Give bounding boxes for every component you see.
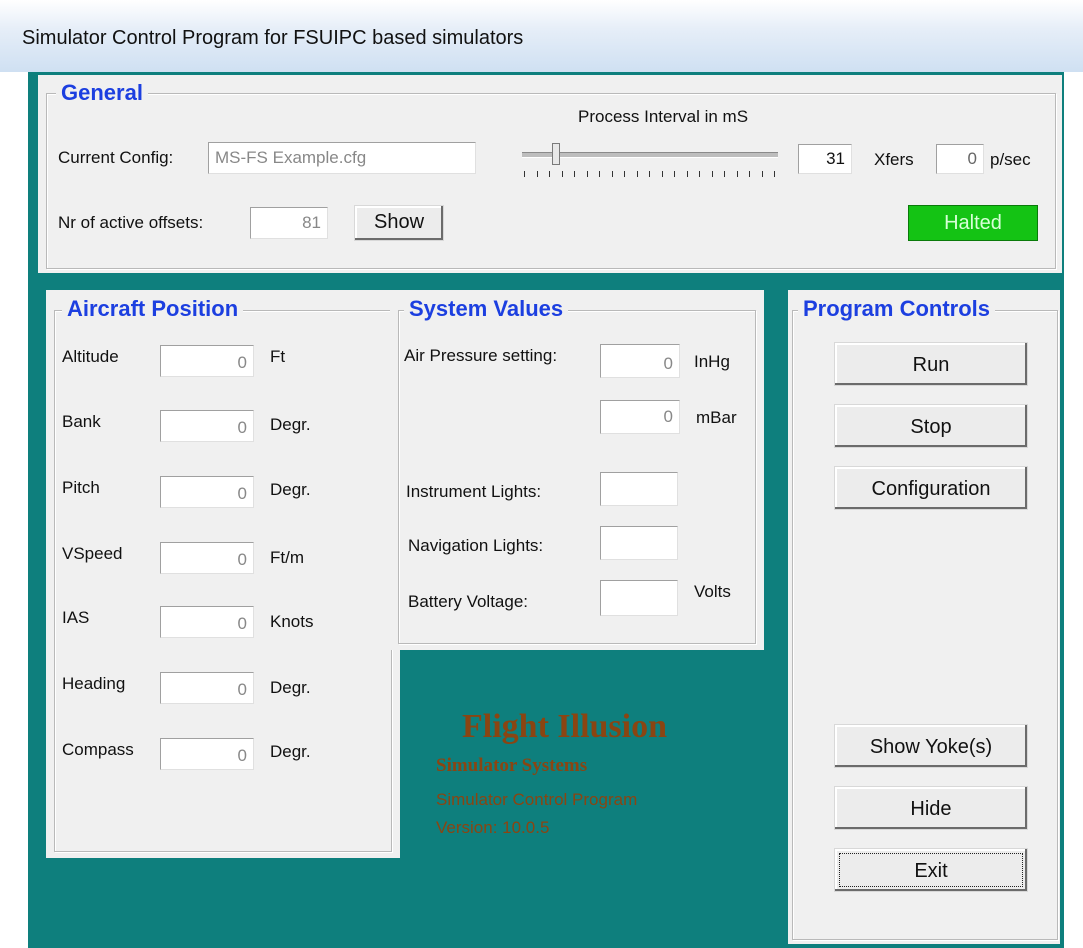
slider-tick xyxy=(687,171,688,177)
system-values-title: System Values xyxy=(404,296,569,322)
brand-version: Version: 10.0.5 xyxy=(436,818,550,837)
slider-tick xyxy=(724,171,725,177)
altitude-field: 0 xyxy=(160,345,254,377)
status-indicator: Halted xyxy=(908,205,1038,241)
compass-field: 0 xyxy=(160,738,254,770)
slider-tick xyxy=(737,171,738,177)
slider-tick xyxy=(649,171,650,177)
vspeed-label: VSpeed xyxy=(62,544,123,563)
run-button[interactable]: Run xyxy=(834,342,1028,386)
show-yoke-button-label: Show Yoke(s) xyxy=(869,736,993,758)
stop-button[interactable]: Stop xyxy=(834,404,1028,448)
pitch-field: 0 xyxy=(160,476,254,508)
aircraft-position-title: Aircraft Position xyxy=(62,296,244,322)
mbar-unit: mBar xyxy=(696,408,737,427)
program-controls-panel: Program Controls Run Stop Configuration … xyxy=(788,290,1060,944)
altitude-unit: Ft xyxy=(270,347,286,366)
inhg-unit: InHg xyxy=(694,352,730,371)
slider-track xyxy=(522,152,778,158)
general-panel: General Current Config: MS-FS Example.cf… xyxy=(38,75,1062,273)
bank-label: Bank xyxy=(62,412,101,431)
slider-tick xyxy=(574,171,575,177)
brand-name: Flight Illusion xyxy=(462,708,668,745)
brand-program: Simulator Control Program xyxy=(436,790,638,809)
current-config-field: MS-FS Example.cfg xyxy=(208,142,476,174)
slider-tick xyxy=(637,171,638,177)
xfers-field: 0 xyxy=(936,144,984,174)
navigation-lights-label: Navigation Lights: xyxy=(408,536,544,555)
program-controls-title: Program Controls xyxy=(798,296,996,322)
process-interval-field[interactable]: 31 xyxy=(798,144,852,174)
instrument-lights-field xyxy=(600,472,678,506)
bank-unit: Degr. xyxy=(270,415,311,434)
configuration-button[interactable]: Configuration xyxy=(834,466,1028,510)
window-title: Simulator Control Program for FSUIPC bas… xyxy=(22,27,524,49)
process-interval-slider[interactable] xyxy=(522,143,780,183)
process-interval-label: Process Interval in mS xyxy=(578,107,749,126)
general-title: General xyxy=(56,80,148,106)
compass-unit: Degr. xyxy=(270,742,311,761)
slider-tick xyxy=(599,171,600,177)
brand-tagline: Simulator Systems xyxy=(436,755,588,776)
air-pressure-inhg-field: 0 xyxy=(600,344,680,378)
aircraft-group-frame xyxy=(54,310,392,852)
ias-field: 0 xyxy=(160,606,254,638)
air-pressure-mbar-field: 0 xyxy=(600,400,680,434)
system-values-panel: System Values Air Pressure setting: 0 In… xyxy=(390,290,764,650)
slider-tick xyxy=(612,171,613,177)
volts-unit: Volts xyxy=(694,582,731,601)
stop-button-label: Stop xyxy=(910,416,952,438)
hide-button[interactable]: Hide xyxy=(834,786,1028,830)
slider-tick xyxy=(774,171,775,177)
show-offsets-button[interactable]: Show xyxy=(354,205,444,241)
heading-label: Heading xyxy=(62,674,126,693)
configuration-button-label: Configuration xyxy=(871,478,991,500)
hide-button-label: Hide xyxy=(910,798,952,820)
slider-tick xyxy=(624,171,625,177)
ias-label: IAS xyxy=(62,608,90,627)
show-offsets-button-label: Show xyxy=(373,211,425,233)
current-config-label: Current Config: xyxy=(58,148,174,167)
app-window: Simulator Control Program for FSUIPC bas… xyxy=(0,0,1083,948)
psec-label: p/sec xyxy=(990,150,1031,169)
exit-focus-rect xyxy=(839,853,1023,887)
slider-tick xyxy=(662,171,663,177)
slider-thumb[interactable] xyxy=(552,143,560,165)
vspeed-field: 0 xyxy=(160,542,254,574)
title-bar[interactable]: Simulator Control Program for FSUIPC bas… xyxy=(0,0,1083,72)
compass-label: Compass xyxy=(62,740,134,759)
vspeed-unit: Ft/m xyxy=(270,548,304,567)
run-button-label: Run xyxy=(912,354,950,376)
slider-tick xyxy=(524,171,525,177)
slider-tick xyxy=(712,171,713,177)
slider-tick xyxy=(537,171,538,177)
slider-tick xyxy=(674,171,675,177)
instrument-lights-label: Instrument Lights: xyxy=(406,482,542,501)
slider-tick xyxy=(587,171,588,177)
air-pressure-label: Air Pressure setting: xyxy=(404,346,558,365)
pitch-label: Pitch xyxy=(62,478,100,497)
bank-field: 0 xyxy=(160,410,254,442)
navigation-lights-field xyxy=(600,526,678,560)
active-offsets-field: 81 xyxy=(250,207,328,239)
heading-field: 0 xyxy=(160,672,254,704)
slider-tick xyxy=(562,171,563,177)
heading-unit: Degr. xyxy=(270,678,311,697)
slider-tick xyxy=(749,171,750,177)
altitude-label: Altitude xyxy=(62,347,119,366)
aircraft-position-panel: Aircraft Position Altitude 0 Ft Bank 0 D… xyxy=(46,290,400,858)
slider-ticks xyxy=(524,171,776,179)
pitch-unit: Degr. xyxy=(270,480,311,499)
show-yoke-button[interactable]: Show Yoke(s) xyxy=(834,724,1028,768)
ias-unit: Knots xyxy=(270,612,314,631)
exit-button[interactable]: Exit xyxy=(834,848,1028,892)
battery-voltage-label: Battery Voltage: xyxy=(408,592,529,611)
client-area: General Current Config: MS-FS Example.cf… xyxy=(28,72,1064,948)
slider-tick xyxy=(549,171,550,177)
slider-tick xyxy=(699,171,700,177)
slider-tick xyxy=(762,171,763,177)
active-offsets-label: Nr of active offsets: xyxy=(58,213,204,232)
battery-voltage-field xyxy=(600,580,678,616)
xfers-label: Xfers xyxy=(874,150,914,169)
